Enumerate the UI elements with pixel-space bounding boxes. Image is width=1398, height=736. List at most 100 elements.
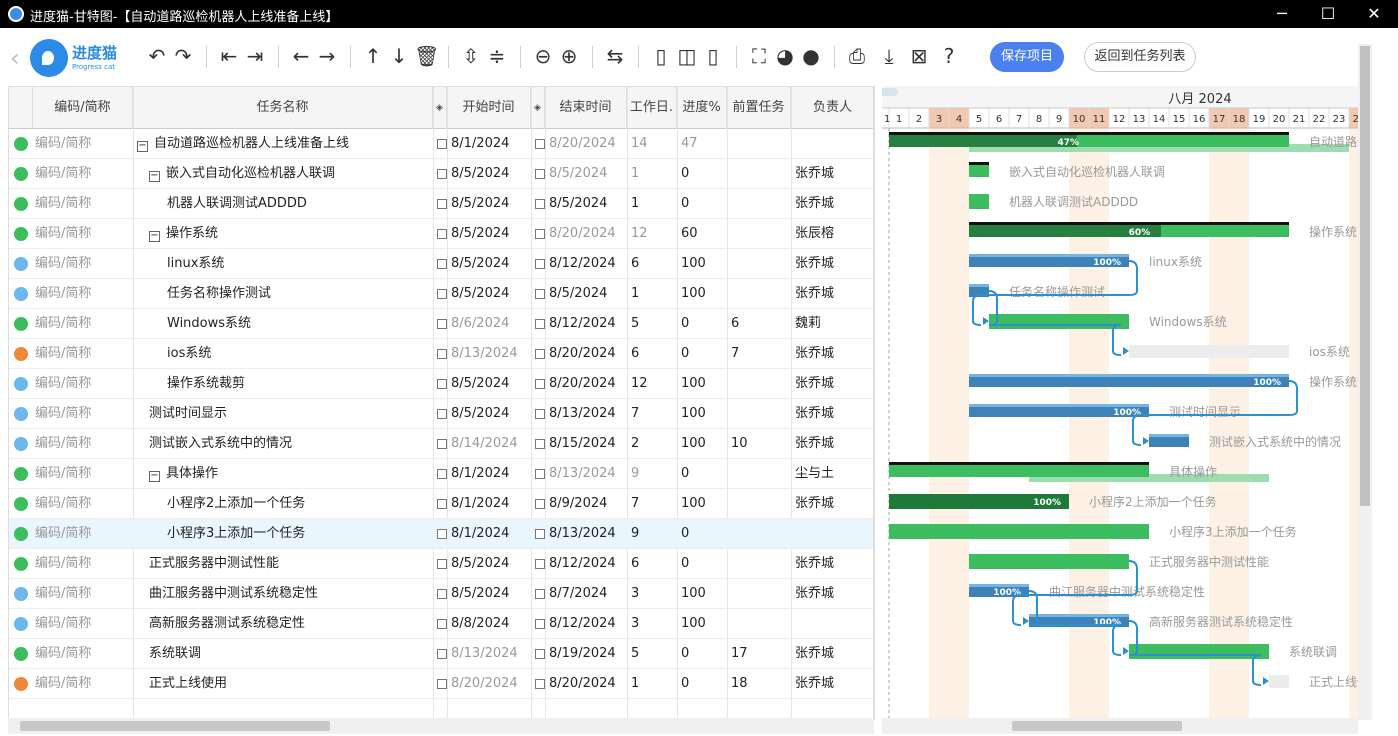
start-date-cell[interactable]: 8/1/2024 [451, 519, 509, 549]
start-checkbox[interactable] [437, 439, 447, 449]
end-checkbox[interactable] [535, 349, 545, 359]
task-name-cell[interactable]: − 操作系统 [149, 219, 429, 249]
table-row[interactable]: 编码/简称 操作系统裁剪 8/5/2024 8/20/2024 12 100 张乔城 [9, 369, 873, 399]
column-header-end[interactable]: 结束时间 [545, 87, 627, 129]
workdays-cell[interactable]: 12 [631, 369, 648, 399]
owner-cell[interactable]: 张乔城 [795, 249, 834, 279]
download-icon[interactable]: ⤓ [878, 44, 900, 68]
excel-icon[interactable]: ⊠ [908, 44, 930, 68]
start-checkbox[interactable] [437, 679, 447, 689]
start-checkbox[interactable] [437, 319, 447, 329]
table-row[interactable]: 编码/简称 Windows系统 8/6/2024 8/12/2024 5 0 6 魏莉 [9, 309, 873, 339]
workdays-cell[interactable]: 9 [631, 459, 639, 489]
collapse-toggle-icon[interactable]: − [149, 471, 160, 482]
column-header-name[interactable]: 任务名称 [133, 87, 433, 129]
task-name-cell[interactable]: ios系统 [167, 339, 435, 369]
start-checkbox[interactable] [437, 169, 447, 179]
end-date-cell[interactable]: 8/13/2024 [549, 459, 616, 489]
save-project-button[interactable]: 保存项目 [990, 42, 1064, 72]
owner-cell[interactable]: 张乔城 [795, 549, 834, 579]
owner-cell[interactable]: 张乔城 [795, 489, 834, 519]
workdays-cell[interactable]: 1 [631, 159, 639, 189]
workdays-cell[interactable]: 3 [631, 579, 639, 609]
task-name-cell[interactable]: 正式服务器中测试性能 [149, 549, 429, 579]
end-checkbox[interactable] [535, 559, 545, 569]
start-date-cell[interactable]: 8/5/2024 [451, 549, 509, 579]
move-down-icon[interactable]: ↓ [388, 44, 410, 68]
start-date-cell[interactable]: 8/8/2024 [451, 609, 509, 639]
start-checkbox[interactable] [437, 469, 447, 479]
end-checkbox[interactable] [535, 409, 545, 419]
layout-both-icon[interactable]: ◫ [676, 44, 698, 68]
layout-right-icon[interactable]: ▯ [702, 44, 724, 68]
owner-cell[interactable]: 尘与土 [795, 459, 834, 489]
column-header-workdays[interactable]: 工作日. [627, 87, 677, 129]
column-header-predecessor[interactable]: 前置任务 [727, 87, 791, 129]
end-checkbox[interactable] [535, 439, 545, 449]
workdays-cell[interactable]: 7 [631, 399, 639, 429]
table-row[interactable]: 编码/简称 − 嵌入式自动化巡检机器人联调 8/5/2024 8/5/2024 1 0 张乔城 [9, 159, 873, 189]
move-left-icon[interactable]: ← [290, 44, 312, 68]
table-row[interactable]: 编码/简称 测试时间显示 8/5/2024 8/13/2024 7 100 张乔城 [9, 399, 873, 429]
start-date-cell[interactable]: 8/13/2024 [451, 339, 518, 369]
task-name-cell[interactable]: 测试嵌入式系统中的情况 [149, 429, 429, 459]
start-date-cell[interactable]: 8/5/2024 [451, 399, 509, 429]
start-date-cell[interactable]: 8/5/2024 [451, 159, 509, 189]
task-name-cell[interactable]: 系统联调 [149, 639, 429, 669]
end-checkbox[interactable] [535, 679, 545, 689]
owner-cell[interactable]: 张乔城 [795, 669, 834, 699]
end-date-cell[interactable]: 8/12/2024 [549, 309, 616, 339]
workdays-cell[interactable]: 6 [631, 549, 639, 579]
print-icon[interactable]: ⎙ [846, 44, 868, 68]
workdays-cell[interactable]: 12 [631, 219, 648, 249]
table-row[interactable]: 编码/简称 − 具体操作 8/1/2024 8/13/2024 9 0 尘与土 [9, 459, 873, 489]
end-checkbox[interactable] [535, 469, 545, 479]
workdays-cell[interactable]: 1 [631, 279, 639, 309]
start-checkbox[interactable] [437, 649, 447, 659]
task-name-cell[interactable]: linux系统 [167, 249, 435, 279]
collapse-toggle-icon[interactable]: − [137, 141, 148, 152]
table-row[interactable]: 编码/简称 机器人联调测试ADDDD 8/5/2024 8/5/2024 1 0 张乔城 [9, 189, 873, 219]
end-checkbox[interactable] [535, 289, 545, 299]
end-checkbox[interactable] [535, 199, 545, 209]
progress-cell[interactable]: 100 [681, 279, 706, 309]
column-header-start[interactable]: 开始时间 [447, 87, 531, 129]
end-checkbox[interactable] [535, 529, 545, 539]
end-checkbox[interactable] [535, 139, 545, 149]
progress-cell[interactable]: 0 [681, 519, 689, 549]
start-checkbox[interactable] [437, 499, 447, 509]
end-checkbox[interactable] [535, 499, 545, 509]
owner-cell[interactable]: 张乔城 [795, 429, 834, 459]
table-row[interactable]: 编码/简称 小程序2上添加一个任务 8/1/2024 8/9/2024 7 100 张乔城 [9, 489, 873, 519]
table-row[interactable]: 编码/简称 曲江服务器中测试系统稳定性 8/5/2024 8/7/2024 3 100 张乔… [9, 579, 873, 609]
back-chevron-icon[interactable]: ‹ [10, 44, 20, 72]
progress-cell[interactable]: 100 [681, 579, 706, 609]
end-checkbox[interactable] [535, 379, 545, 389]
predecessor-cell[interactable]: 6 [731, 309, 739, 339]
predecessor-cell[interactable]: 10 [731, 429, 748, 459]
table-row[interactable]: 编码/简称 − 自动道路巡检机器人上线准备上线 8/1/2024 8/20/2024 14… [9, 129, 873, 159]
end-date-cell[interactable]: 8/12/2024 [549, 609, 616, 639]
table-row[interactable]: 编码/简称 正式服务器中测试性能 8/5/2024 8/12/2024 6 0 张乔城 [9, 549, 873, 579]
progress-cell[interactable]: 0 [681, 549, 689, 579]
end-date-cell[interactable]: 8/5/2024 [549, 279, 607, 309]
move-right-icon[interactable]: → [316, 44, 338, 68]
start-date-cell[interactable]: 8/5/2024 [451, 249, 509, 279]
owner-cell[interactable]: 魏莉 [795, 309, 821, 339]
end-checkbox[interactable] [535, 319, 545, 329]
task-name-cell[interactable]: 任务名称操作测试 [167, 279, 435, 309]
workdays-cell[interactable]: 6 [631, 339, 639, 369]
start-date-cell[interactable]: 8/5/2024 [451, 219, 509, 249]
close-button[interactable]: ✕ [1354, 3, 1394, 25]
gantt-vertical-scrollbar[interactable] [1358, 44, 1372, 720]
start-checkbox[interactable] [437, 529, 447, 539]
end-date-cell[interactable]: 8/19/2024 [549, 639, 616, 669]
progress-cell[interactable]: 0 [681, 639, 689, 669]
start-date-cell[interactable]: 8/5/2024 [451, 189, 509, 219]
owner-cell[interactable]: 张乔城 [795, 189, 834, 219]
end-checkbox[interactable] [535, 619, 545, 629]
owner-cell[interactable]: 张乔城 [795, 639, 834, 669]
column-header-owner[interactable]: 负责人 [791, 87, 873, 129]
start-checkbox[interactable] [437, 409, 447, 419]
undo-icon[interactable]: ↶ [146, 44, 168, 68]
